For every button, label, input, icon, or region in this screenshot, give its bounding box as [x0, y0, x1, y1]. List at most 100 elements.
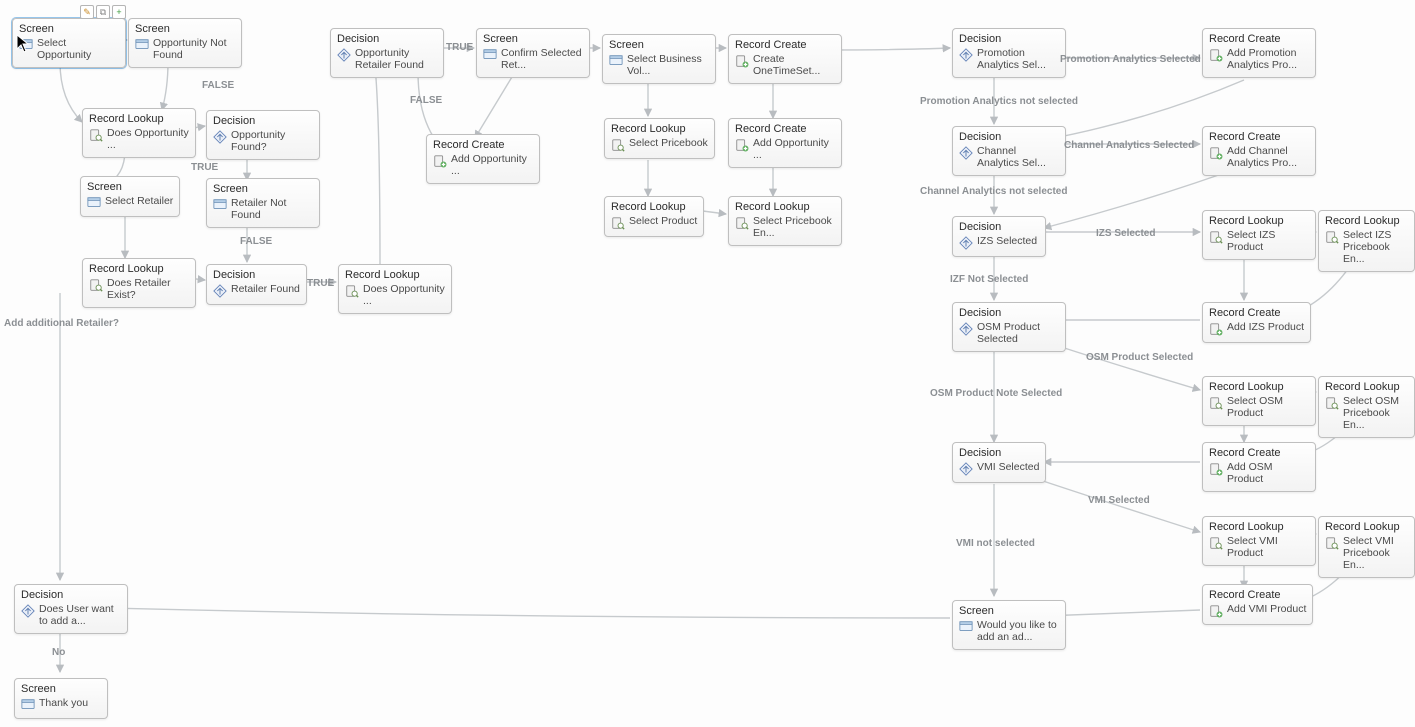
node-type: Decision — [337, 33, 437, 45]
node-label: Select Pricebook — [629, 137, 708, 149]
node-type: Screen — [213, 183, 313, 195]
node-type: Decision — [959, 33, 1059, 45]
create-icon — [1209, 322, 1223, 336]
flow-node-n2[interactable]: ScreenOpportunity Not Found — [128, 18, 242, 68]
flow-node-n1[interactable]: ✎⧉+ScreenSelect Opportunity — [12, 18, 126, 68]
node-label: Select Pricebook En... — [753, 215, 835, 239]
node-label: Create OneTimeSet... — [753, 53, 835, 77]
decision-icon — [337, 48, 351, 62]
flow-node-n7[interactable]: Record Lookup Does Retailer Exist? — [82, 258, 196, 308]
lookup-icon — [1209, 536, 1223, 550]
node-type: Record Create — [433, 139, 533, 151]
node-type: Record Create — [735, 123, 835, 135]
node-type: Record Lookup — [735, 201, 835, 213]
node-type: Screen — [87, 181, 173, 193]
decision-icon — [213, 284, 227, 298]
node-label: Opportunity Found? — [231, 129, 313, 153]
flow-node-n28[interactable]: Record CreateAdd IZS Product — [1202, 302, 1311, 343]
flow-node-n11[interactable]: ScreenConfirm Selected Ret... — [476, 28, 590, 78]
flow-node-n6[interactable]: Screen Retailer Not Found — [206, 178, 320, 228]
node-label: Select OSM Pricebook En... — [1343, 395, 1408, 431]
edge-label-l14: OSM Product Selected — [1086, 352, 1193, 363]
node-label: Add Opportunity ... — [451, 153, 533, 177]
flow-node-n30[interactable]: Record LookupSelect OSM Pricebook En... — [1318, 376, 1415, 438]
flow-node-n9[interactable]: Record Lookup Does Opportunity ... — [338, 264, 452, 314]
node-label: OSM Product Selected — [977, 321, 1059, 345]
flow-node-n21[interactable]: DecisionChannel Analytics Sel... — [952, 126, 1066, 176]
flow-node-n17[interactable]: Record CreateAdd Opportunity ... — [728, 118, 842, 168]
node-label: Does Retailer Exist? — [107, 277, 189, 301]
edge-label-l11: Channel Analytics not selected — [920, 186, 1067, 197]
screen-icon — [959, 620, 973, 634]
flow-node-n13[interactable]: Screen Select Business Vol... — [602, 34, 716, 84]
node-type: Record Lookup — [1209, 521, 1309, 533]
node-type: Decision — [959, 221, 1039, 233]
create-icon — [1209, 146, 1223, 160]
flow-node-n10[interactable]: DecisionOpportunity Retailer Found — [330, 28, 444, 78]
flow-node-n20[interactable]: Record CreateAdd Promotion Analytics Pro… — [1202, 28, 1316, 78]
flow-node-n25[interactable]: Record LookupSelect IZS Pricebook En... — [1318, 210, 1415, 272]
node-label: Confirm Selected Ret... — [501, 47, 583, 71]
flow-node-n33[interactable]: Record LookupSelect VMI Product — [1202, 516, 1316, 566]
flow-node-n35[interactable]: Record CreateAdd VMI Product — [1202, 584, 1313, 625]
flow-node-n24[interactable]: Record LookupSelect IZS Product — [1202, 210, 1316, 260]
flow-node-n26[interactable]: DecisionDoes User want to add a... — [14, 584, 128, 634]
screen-icon — [21, 698, 35, 712]
node-type: Record Lookup — [89, 263, 189, 275]
create-icon — [735, 54, 749, 68]
lookup-icon — [345, 284, 359, 298]
decision-icon — [213, 130, 227, 144]
flow-node-n37[interactable]: Screen Thank you — [14, 678, 108, 719]
edit-button[interactable]: ✎ — [80, 5, 94, 19]
flow-node-n36[interactable]: ScreenWould you like to add an ad... — [952, 600, 1066, 650]
create-icon — [433, 154, 447, 168]
node-type: Record Lookup — [345, 269, 445, 281]
node-label: Does Opportunity ... — [107, 127, 189, 151]
node-type: Record Create — [735, 39, 835, 51]
node-label: Retailer Not Found — [231, 197, 313, 221]
flow-node-n18[interactable]: Record Lookup Select Pricebook En... — [728, 196, 842, 246]
node-type: Screen — [21, 683, 101, 695]
flow-node-n27[interactable]: DecisionOSM Product Selected — [952, 302, 1066, 352]
flow-node-n3[interactable]: Record LookupDoes Opportunity ... — [82, 108, 196, 158]
edge-label-l5: FALSE — [240, 236, 272, 247]
node-toolbar: ✎⧉+ — [80, 5, 126, 19]
node-type: Record Lookup — [1325, 215, 1408, 227]
edge-label-l6: TRUE — [307, 278, 334, 289]
flow-node-n29[interactable]: Record LookupSelect OSM Product — [1202, 376, 1316, 426]
node-label: Select VMI Pricebook En... — [1343, 535, 1408, 571]
flow-node-n16[interactable]: Record Create Create OneTimeSet... — [728, 34, 842, 84]
node-type: Record Lookup — [1325, 521, 1408, 533]
screen-icon — [609, 54, 623, 68]
flow-node-n12[interactable]: Record Create Add Opportunity ... — [426, 134, 540, 184]
flow-canvas[interactable]: { "types": { "screen": "Screen", "decisi… — [0, 0, 1415, 727]
create-icon — [1209, 604, 1223, 618]
node-type: Screen — [19, 23, 119, 35]
flow-node-n14[interactable]: Record LookupSelect Pricebook — [604, 118, 715, 159]
flow-node-n31[interactable]: Record CreateAdd OSM Product — [1202, 442, 1316, 492]
flow-node-n8[interactable]: DecisionRetailer Found — [206, 264, 307, 305]
duplicate-button[interactable]: ⧉ — [96, 5, 110, 19]
edge-label-l9: Promotion Analytics not selected — [920, 96, 1078, 107]
flow-node-n4[interactable]: DecisionOpportunity Found? — [206, 110, 320, 160]
flow-node-n5[interactable]: ScreenSelect Retailer — [80, 176, 180, 217]
node-label: Thank you — [39, 697, 88, 709]
node-label: Select Business Vol... — [627, 53, 709, 77]
flow-node-n19[interactable]: DecisionPromotion Analytics Sel... — [952, 28, 1066, 78]
add-button[interactable]: + — [112, 5, 126, 19]
flow-node-n22[interactable]: Record CreateAdd Channel Analytics Pro..… — [1202, 126, 1316, 176]
flow-node-n15[interactable]: Record LookupSelect Product — [604, 196, 704, 237]
flow-node-n32[interactable]: DecisionVMI Selected — [952, 442, 1046, 483]
node-type: Decision — [959, 447, 1039, 459]
node-label: Does Opportunity ... — [363, 283, 445, 307]
flow-node-n23[interactable]: DecisionIZS Selected — [952, 216, 1046, 257]
lookup-icon — [735, 216, 749, 230]
decision-icon — [21, 604, 35, 618]
node-type: Record Create — [1209, 307, 1304, 319]
lookup-icon — [611, 138, 625, 152]
node-type: Screen — [609, 39, 709, 51]
edge-label-l3: TRUE — [191, 162, 218, 173]
edge-label-l15: OSM Product Note Selected — [930, 388, 1062, 399]
flow-node-n34[interactable]: Record Lookup Select VMI Pricebook En... — [1318, 516, 1415, 578]
edge-label-l18: No — [52, 647, 65, 658]
